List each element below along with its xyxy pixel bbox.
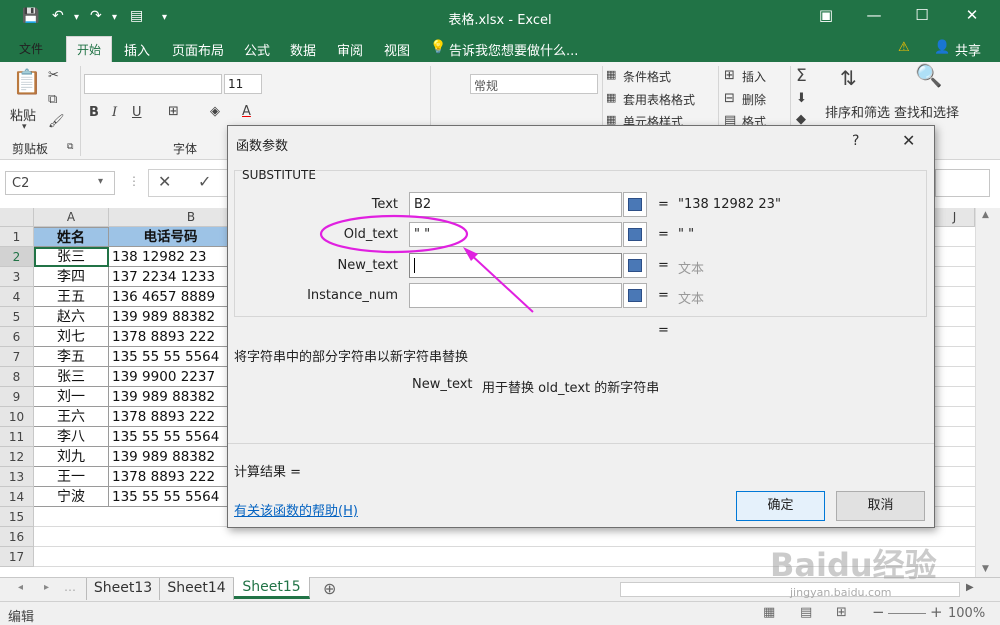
highlight-ellipse [319, 214, 469, 254]
annotation-overlay [319, 214, 534, 313]
annotation-arrow [467, 251, 534, 313]
